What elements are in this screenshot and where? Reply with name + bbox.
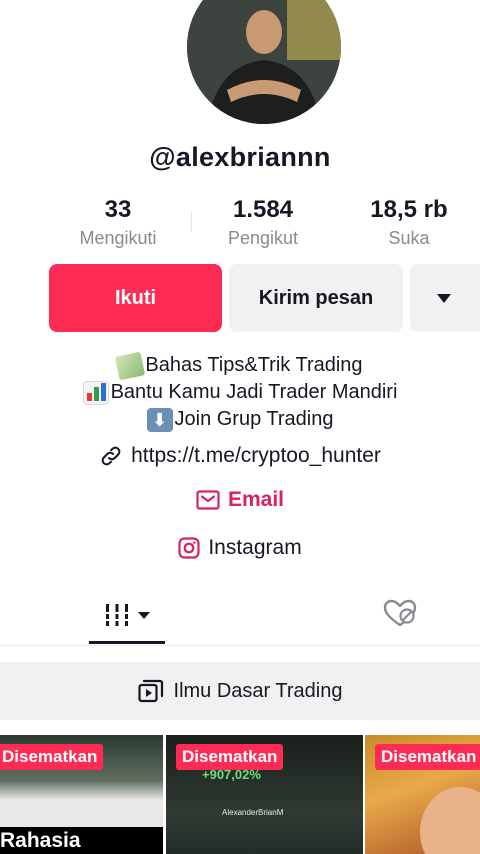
playlist-icon [137, 679, 163, 703]
send-message-button[interactable]: Kirim pesan [229, 264, 403, 332]
tab-videos[interactable] [89, 586, 165, 644]
playlist-button[interactable]: Ilmu Dasar Trading [0, 662, 480, 720]
grid-icon [106, 604, 128, 626]
stats-divider [191, 212, 192, 232]
pinned-badge: Disematkan [0, 744, 104, 770]
email-button[interactable]: Email [0, 488, 480, 512]
profile-avatar[interactable] [187, 0, 341, 124]
more-options-button[interactable] [410, 264, 480, 332]
bar-chart-emoji-icon [82, 380, 109, 405]
likes-count: 18,5 rb [370, 196, 448, 223]
instagram-icon [178, 537, 200, 559]
email-label: Email [227, 488, 285, 511]
hidden-heart-icon[interactable] [382, 598, 418, 628]
likes-label: Suka [388, 228, 430, 248]
chevron-down-icon [138, 611, 150, 619]
link-icon [101, 446, 121, 466]
follow-button[interactable]: Ikuti [49, 264, 222, 332]
person-face [420, 787, 480, 854]
bio: Bahas Tips&Trik Trading Bantu Kamu Jadi … [0, 351, 480, 433]
video-thumbnail[interactable]: Disematkan [365, 735, 480, 854]
avatar-photo [187, 0, 341, 124]
trader-name: AlexanderBrianM [222, 808, 284, 817]
bio-link[interactable]: https://t.me/cryptoo_hunter [0, 444, 480, 468]
playlist-label: Ilmu Dasar Trading [173, 679, 343, 702]
money-emoji-icon [115, 351, 146, 380]
instagram-label: Instagram [208, 536, 302, 559]
stat-likes[interactable]: 18,5 rb Suka [339, 194, 479, 250]
video-thumbnail[interactable]: Disematkan Rahasia Trading [0, 735, 163, 854]
stat-following[interactable]: 33 Mengikuti [48, 194, 188, 250]
down-arrow-emoji-icon: ⬇ [146, 407, 173, 432]
bio-text: Join Grup Trading [174, 408, 334, 430]
profile-stats: 33 Mengikuti 1.584 Pengikut 18,5 rb Suka [0, 194, 480, 254]
bio-text: Bantu Kamu Jadi Trader Mandiri [110, 381, 398, 403]
video-thumbnail[interactable]: Disematkan +907,02% AlexanderBrianM [166, 735, 363, 854]
bio-line: Bahas Tips&Trik Trading [0, 351, 480, 380]
video-caption: Rahasia Trading [0, 827, 163, 854]
bio-line: ⬇ Join Grup Trading [0, 406, 480, 433]
pinned-badge: Disematkan [375, 744, 480, 770]
username: @alexbriannn [149, 142, 331, 172]
triangle-down-icon [437, 293, 451, 303]
bio-text: Bahas Tips&Trik Trading [145, 354, 363, 376]
followers-count: 1.584 [232, 196, 294, 223]
instagram-link[interactable]: Instagram [0, 536, 480, 560]
active-tab-indicator [89, 641, 165, 644]
following-count: 33 [104, 196, 132, 223]
tabs-divider [0, 645, 480, 646]
followers-label: Pengikut [227, 228, 299, 248]
mail-icon [196, 490, 220, 510]
link-text: https://t.me/cryptoo_hunter [131, 444, 381, 467]
profit-text: +907,02% [202, 767, 261, 782]
following-label: Mengikuti [79, 228, 157, 248]
bio-line: Bantu Kamu Jadi Trader Mandiri [0, 379, 480, 406]
stat-followers[interactable]: 1.584 Pengikut [193, 194, 333, 250]
